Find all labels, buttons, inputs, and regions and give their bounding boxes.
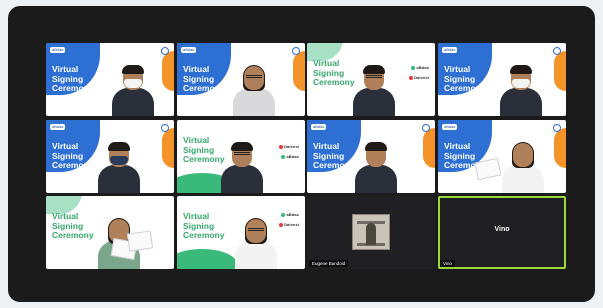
slide-graphic: [554, 128, 566, 168]
participant-tile[interactable]: aBdas Virtual Signing Ceremony: [46, 120, 174, 193]
slide-graphic: [177, 249, 237, 269]
participant-video: [502, 142, 544, 193]
brand-logo: aBdas: [281, 154, 299, 159]
participant-video: [353, 65, 395, 116]
brand-logo: aBdas: [442, 47, 458, 53]
slide-title: Virtual Signing Ceremony: [52, 211, 94, 240]
participant-video: [233, 65, 275, 116]
slide-graphic: [554, 51, 566, 91]
slide-graphic: [293, 51, 305, 91]
participant-video: [235, 218, 277, 269]
brand-logo: aBdas: [50, 124, 66, 130]
signed-document: [126, 230, 154, 252]
slide-title: Virtual Signing Ceremony: [52, 64, 94, 93]
participant-tile[interactable]: Virtual Signing Ceremony aBdas Dalensi: [307, 43, 435, 116]
video-gallery: aBdas Virtual Signing Ceremony aBdas Vir…: [8, 6, 595, 302]
logo-strip: aBdas: [442, 124, 458, 130]
participant-video: [221, 142, 263, 193]
ring-icon: [422, 124, 430, 132]
ring-icon: [161, 124, 169, 132]
active-speaker-tile[interactable]: Vino Vino: [438, 196, 566, 269]
brand-logo: aBdas: [311, 124, 327, 130]
brand-logo: aBdas: [442, 124, 458, 130]
brand-logo: Dalensi: [279, 144, 299, 149]
participant-name-center: Vino: [494, 226, 510, 233]
participant-tile[interactable]: aBdas Virtual Signing Ceremony: [46, 43, 174, 116]
participant-video: [112, 65, 154, 116]
participant-video: [500, 65, 542, 116]
participant-tile[interactable]: Virtual Signing Ceremony: [46, 196, 174, 269]
brand-logo: Dalensi: [409, 75, 429, 80]
ring-icon: [161, 47, 169, 55]
slide-title: Virtual Signing Ceremony: [444, 64, 486, 93]
participant-name: Vino: [440, 260, 455, 267]
slide-graphic: [162, 128, 174, 168]
logo-strip: aBdas: [442, 47, 458, 53]
logo-strip: aBdas: [181, 47, 197, 53]
ring-icon: [553, 47, 561, 55]
logo-strip: aBdas: [50, 124, 66, 130]
brand-logo: aBdas: [411, 65, 429, 70]
participant-video: [98, 142, 140, 193]
ring-icon: [292, 47, 300, 55]
brand-logo: aBdas: [181, 47, 197, 53]
signed-document: [474, 157, 502, 181]
participant-tile[interactable]: aBdas Virtual Signing Ceremony: [177, 43, 305, 116]
slide-title: Virtual Signing Ceremony: [52, 141, 94, 170]
participant-name: Eugene Bandoid: [309, 260, 349, 267]
slide-title: Virtual Signing Ceremony: [183, 64, 225, 93]
participant-tile[interactable]: aBdas Virtual Signing Ceremony: [307, 120, 435, 193]
participant-video: [352, 214, 390, 250]
participant-tile[interactable]: Virtual Signing Ceremony Dalensi aBdas: [177, 120, 305, 193]
participant-tile[interactable]: aBdas Virtual Signing Ceremony: [438, 43, 566, 116]
slide-graphic: [423, 128, 435, 168]
participant-tile[interactable]: Eugene Bandoid: [307, 196, 435, 269]
slide-title: Virtual Signing Ceremony: [183, 211, 225, 240]
slide-graphic: [162, 51, 174, 91]
brand-logo: Dalensi: [279, 222, 299, 227]
ring-icon: [553, 124, 561, 132]
participant-tile[interactable]: Virtual Signing Ceremony aBdas Dalensi: [177, 196, 305, 269]
brand-logo: aBdas: [50, 47, 66, 53]
brand-logo: aBdas: [281, 212, 299, 217]
participant-video: [355, 142, 397, 193]
logo-strip: aBdas: [311, 124, 327, 130]
logo-strip: aBdas: [50, 47, 66, 53]
participant-tile[interactable]: aBdas Virtual Signing Ceremony: [438, 120, 566, 193]
